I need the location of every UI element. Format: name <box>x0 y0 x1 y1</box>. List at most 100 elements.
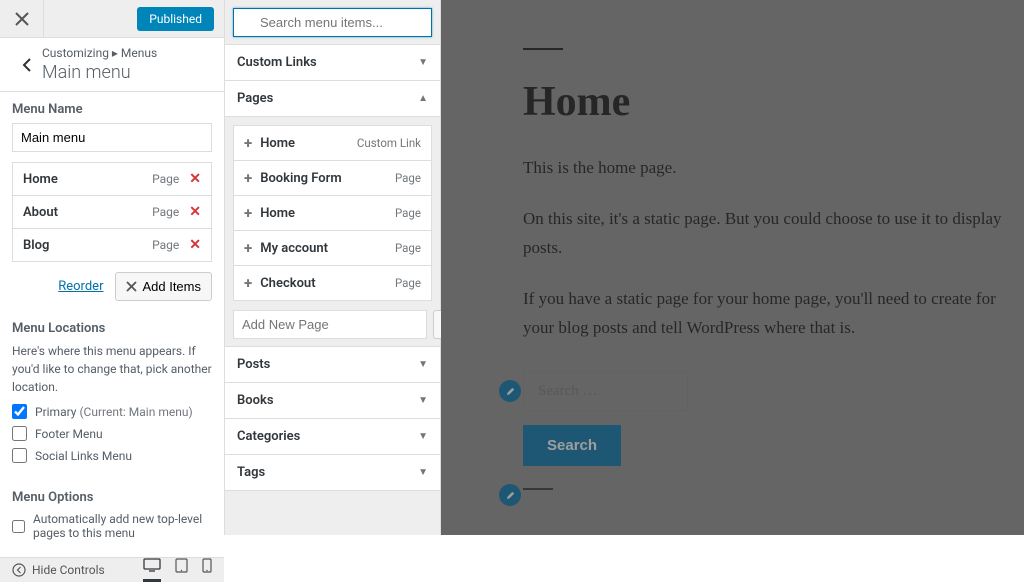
hide-controls-label: Hide Controls <box>32 563 105 577</box>
chevron-down-icon: ▼ <box>418 395 428 406</box>
close-icon <box>126 281 137 292</box>
header-text: Customizing ▸ Menus Main menu <box>42 46 157 83</box>
chevron-left-icon <box>22 58 32 72</box>
page-title: Main menu <box>42 62 157 83</box>
search-wrap <box>225 0 440 45</box>
menu-item-name: Home <box>23 172 58 187</box>
page-item[interactable]: + My account Page <box>233 230 432 266</box>
location-label: Primary (Current: Main menu) <box>35 405 193 419</box>
page-item-name: Home <box>260 206 295 221</box>
customizer-panel: Published Customizing ▸ Menus Main menu … <box>0 0 225 535</box>
location-checkbox[interactable] <box>12 404 27 419</box>
menu-item-name: Blog <box>23 238 49 253</box>
location-label: Social Links Menu <box>35 449 132 463</box>
chevron-down-icon: ▼ <box>418 467 428 478</box>
page-item-type: Page <box>395 171 421 185</box>
menu-name-section: Menu Name <box>0 92 224 162</box>
accordion-books[interactable]: Books ▼ <box>225 382 440 419</box>
location-checkbox-row[interactable]: Primary (Current: Main menu) <box>12 404 212 419</box>
remove-button[interactable]: ✕ <box>189 204 201 220</box>
plus-icon: + <box>244 134 252 152</box>
mobile-icon <box>202 558 212 573</box>
plus-icon: + <box>244 169 252 187</box>
back-button[interactable] <box>12 58 42 72</box>
add-new-page-input[interactable] <box>233 310 427 339</box>
menu-locations-heading: Menu Locations <box>12 321 212 336</box>
menu-item-type: Page <box>152 238 179 252</box>
remove-button[interactable]: ✕ <box>189 237 201 253</box>
top-bar: Published <box>0 0 224 38</box>
menu-item[interactable]: Home Page ✕ <box>12 162 212 196</box>
reorder-link[interactable]: Reorder <box>58 279 103 294</box>
add-items-button[interactable]: Add Items <box>115 272 212 301</box>
page-item-name: Checkout <box>260 276 315 291</box>
pages-body: +HomeCustom Link+Booking FormPage+HomePa… <box>225 117 440 347</box>
auto-add-checkbox-row[interactable]: Automatically add new top-level pages to… <box>12 512 212 540</box>
publish-status-badge[interactable]: Published <box>137 7 214 31</box>
device-desktop[interactable] <box>143 558 161 582</box>
accordion-posts[interactable]: Posts ▼ <box>225 346 440 383</box>
menu-item-name: About <box>23 205 58 220</box>
menu-item[interactable]: About Page ✕ <box>12 196 212 229</box>
close-icon <box>15 12 29 26</box>
menu-name-input[interactable] <box>12 123 212 152</box>
location-label: Footer Menu <box>35 427 103 441</box>
search-input[interactable] <box>233 8 432 37</box>
site-preview: Home This is the home page. On this site… <box>441 0 1024 535</box>
plus-icon: + <box>244 204 252 222</box>
page-item-type: Page <box>395 241 421 255</box>
location-checkbox-row[interactable]: Footer Menu <box>12 426 212 441</box>
menu-item-type: Page <box>152 172 179 186</box>
chevron-down-icon: ▼ <box>418 57 428 68</box>
page-item-name: My account <box>260 241 328 256</box>
location-checkbox[interactable] <box>12 448 27 463</box>
chevron-down-icon: ▼ <box>418 431 428 442</box>
menu-options-heading: Menu Options <box>12 490 212 505</box>
accordion-pages[interactable]: Pages ▲ <box>225 80 440 117</box>
add-items-label: Add Items <box>142 279 201 294</box>
actions-row: Reorder Add Items <box>0 262 224 311</box>
accordion-label: Tags <box>237 465 265 480</box>
accordion-label: Posts <box>237 357 270 372</box>
device-mobile[interactable] <box>202 558 212 582</box>
page-item[interactable]: + Home Custom Link <box>233 125 432 161</box>
footer-bar: Hide Controls <box>0 557 224 582</box>
menu-name-label: Menu Name <box>12 102 212 117</box>
accordion-categories[interactable]: Categories ▼ <box>225 418 440 455</box>
page-item-type: Custom Link <box>357 136 421 150</box>
breadcrumb: Customizing ▸ Menus <box>42 46 157 60</box>
location-checkbox[interactable] <box>12 426 27 441</box>
auto-add-checkbox[interactable] <box>12 519 25 534</box>
accordion-label: Categories <box>237 429 300 444</box>
accordion-label: Books <box>237 393 274 408</box>
menu-item-type: Page <box>152 205 179 219</box>
menu-items-list: Home Page ✕ About Page ✕ Blog Page ✕ <box>0 162 224 262</box>
remove-button[interactable]: ✕ <box>189 171 201 187</box>
chevron-up-icon: ▲ <box>418 93 428 104</box>
add-items-panel: Custom Links ▼ Pages ▲ +HomeCustom Link+… <box>225 0 441 535</box>
device-preview-toggles <box>143 558 212 582</box>
accordion-label: Custom Links <box>237 55 317 70</box>
device-tablet[interactable] <box>175 558 188 582</box>
page-item[interactable]: + Checkout Page <box>233 265 432 301</box>
close-button[interactable] <box>0 0 44 38</box>
tablet-icon <box>175 558 188 573</box>
preview-overlay <box>441 0 1024 535</box>
plus-icon: + <box>244 274 252 292</box>
page-item[interactable]: +Booking FormPage <box>233 160 432 196</box>
menu-locations-hint: Here's where this menu appears. If you'd… <box>12 342 212 396</box>
accordion-custom-links[interactable]: Custom Links ▼ <box>225 44 440 81</box>
page-item-type: Page <box>395 206 421 220</box>
chevron-down-icon: ▼ <box>418 359 428 370</box>
panel-header: Customizing ▸ Menus Main menu <box>0 38 224 92</box>
auto-add-label: Automatically add new top-level pages to… <box>33 512 212 540</box>
hide-controls-button[interactable]: Hide Controls <box>12 563 105 577</box>
plus-icon: + <box>244 239 252 257</box>
accordion-tags[interactable]: Tags ▼ <box>225 454 440 491</box>
menu-item[interactable]: Blog Page ✕ <box>12 229 212 262</box>
location-checkbox-row[interactable]: Social Links Menu <box>12 448 212 463</box>
page-item-name: Home <box>260 136 295 151</box>
page-item-type: Page <box>395 276 421 290</box>
page-item[interactable]: + Home Page <box>233 195 432 231</box>
add-new-page-row: + Add <box>233 310 432 339</box>
